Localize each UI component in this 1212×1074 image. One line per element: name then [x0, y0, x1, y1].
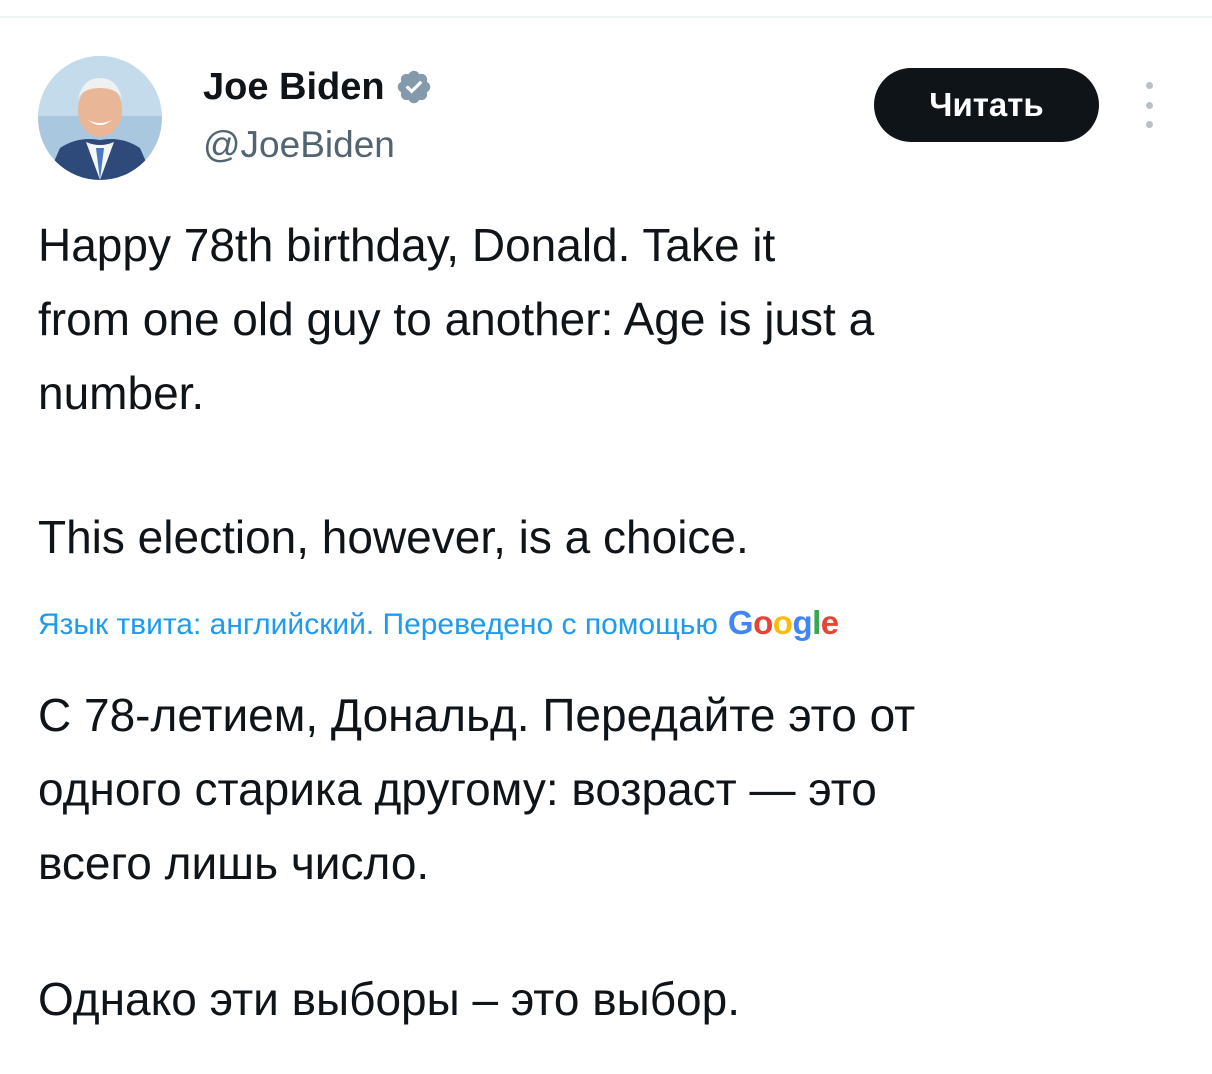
translation-attribution[interactable]: Язык твита: английский. Переведено с пом…: [38, 598, 839, 650]
more-dot: [1145, 101, 1153, 109]
more-vertical-icon[interactable]: [1134, 82, 1164, 128]
top-divider: [0, 16, 1212, 18]
author-display-name[interactable]: Joe Biden: [203, 62, 385, 112]
more-dot: [1145, 121, 1153, 128]
author-handle[interactable]: @JoeBiden: [203, 120, 395, 170]
more-dot: [1145, 82, 1153, 89]
tweet-text-paragraph-2: This election, however, is a choice.: [38, 511, 749, 563]
follow-button[interactable]: Читать: [874, 68, 1099, 142]
translation-label[interactable]: Язык твита: английский. Переведено с пом…: [38, 600, 718, 650]
translated-text-paragraph-2: Однако эти выборы – это выбор.: [38, 973, 740, 1025]
author-name-row[interactable]: Joe Biden: [203, 62, 433, 112]
google-logo: Google: [727, 604, 839, 641]
verified-badge-icon[interactable]: [395, 68, 433, 106]
avatar-photo: [38, 56, 162, 180]
translated-text-paragraph-1: С 78-летием, Дональд. Передайте это от о…: [38, 689, 916, 889]
tweet-text-paragraph-1: Happy 78th birthday, Donald. Take it fro…: [38, 219, 875, 419]
avatar[interactable]: [38, 56, 162, 180]
